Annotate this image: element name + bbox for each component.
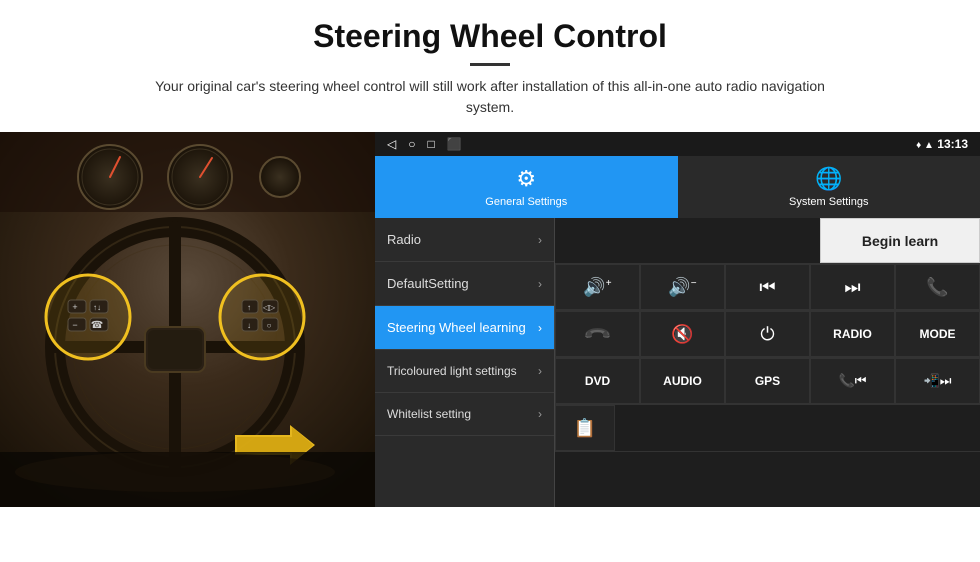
page-title: Steering Wheel Control bbox=[40, 18, 940, 55]
android-ui: ◁ ○ □ ⬛ ♦ ▲ 13:13 ⚙ General Settings 🌐 S… bbox=[375, 132, 980, 507]
status-time: ♦ ▲ 13:13 bbox=[916, 137, 968, 151]
wifi-icon: ♦ ▲ bbox=[916, 140, 934, 151]
menu-item-whitelist[interactable]: Whitelist setting › bbox=[375, 393, 554, 436]
left-menu: Radio › DefaultSetting › Steering Wheel … bbox=[375, 218, 555, 507]
content-area: Radio › DefaultSetting › Steering Wheel … bbox=[375, 218, 980, 507]
next-track-icon: ⏭ bbox=[844, 277, 860, 298]
begin-learn-button[interactable]: Begin learn bbox=[820, 218, 980, 263]
volume-up-btn[interactable]: 🔊+ bbox=[555, 264, 640, 310]
menu-arrow-default: › bbox=[538, 277, 542, 291]
call-next-icon: 📲⏭ bbox=[924, 373, 952, 389]
system-settings-icon: 🌐 bbox=[815, 166, 842, 192]
radio-btn[interactable]: RADIO bbox=[810, 311, 895, 357]
audio-btn[interactable]: AUDIO bbox=[640, 358, 725, 404]
ctrl-grid-row2: 📞 🔇 ⏻ RADIO MODE bbox=[555, 311, 980, 358]
volume-down-icon: 🔊− bbox=[668, 277, 696, 298]
recents-icon: □ bbox=[427, 137, 434, 151]
svg-text:+: + bbox=[72, 302, 77, 312]
menu-arrow-whitelist: › bbox=[538, 407, 542, 421]
mute-btn[interactable]: 🔇 bbox=[640, 311, 725, 357]
prev-track-icon: ⏮ bbox=[759, 277, 775, 298]
tab-general-settings[interactable]: ⚙ General Settings bbox=[375, 156, 678, 218]
power-icon: ⏻ bbox=[760, 324, 774, 345]
menu-item-tricoloured[interactable]: Tricoloured light settings › bbox=[375, 350, 554, 393]
tab-system-settings[interactable]: 🌐 System Settings bbox=[678, 156, 980, 218]
call-btn[interactable]: 📞 bbox=[895, 264, 980, 310]
last-row: 📋 bbox=[555, 405, 980, 452]
prev-track-btn[interactable]: ⏮ bbox=[725, 264, 810, 310]
hangup-btn[interactable]: 📞 bbox=[555, 311, 640, 357]
menu-item-steering[interactable]: Steering Wheel learning › bbox=[375, 306, 554, 350]
back-icon: ◁ bbox=[387, 137, 396, 151]
call-icon: 📞 bbox=[926, 277, 948, 298]
page-subtitle: Your original car's steering wheel contr… bbox=[140, 76, 840, 118]
title-divider bbox=[470, 63, 510, 66]
ctrl-grid-row1: 🔊+ 🔊− ⏮ ⏭ 📞 bbox=[555, 264, 980, 311]
svg-text:−: − bbox=[72, 320, 77, 330]
menu-item-radio[interactable]: Radio › bbox=[375, 218, 554, 262]
steering-wheel-illustration: + ↑↓ − ☎ ↑ ◁▷ ↓ ○ bbox=[0, 132, 375, 507]
volume-down-btn[interactable]: 🔊− bbox=[640, 264, 725, 310]
menu-arrow-steering: › bbox=[538, 321, 542, 335]
main-content: + ↑↓ − ☎ ↑ ◁▷ ↓ ○ bbox=[0, 132, 980, 507]
call-next-btn[interactable]: 📲⏭ bbox=[895, 358, 980, 404]
car-image-area: + ↑↓ − ☎ ↑ ◁▷ ↓ ○ bbox=[0, 132, 375, 507]
home-icon: ○ bbox=[408, 137, 415, 151]
general-settings-icon: ⚙ bbox=[516, 166, 536, 192]
tab-general-label: General Settings bbox=[485, 196, 567, 208]
dvd-btn[interactable]: DVD bbox=[555, 358, 640, 404]
menu-icon: ⬛ bbox=[447, 137, 462, 151]
svg-text:↑: ↑ bbox=[247, 303, 251, 312]
begin-learn-empty bbox=[555, 218, 820, 263]
ctrl-grid-row3: DVD AUDIO GPS 📞⏮ 📲⏭ bbox=[555, 358, 980, 405]
begin-learn-row: Begin learn bbox=[555, 218, 980, 264]
mode-btn[interactable]: MODE bbox=[895, 311, 980, 357]
svg-text:☎: ☎ bbox=[91, 320, 103, 331]
power-btn[interactable]: ⏻ bbox=[725, 311, 810, 357]
svg-text:↓: ↓ bbox=[247, 321, 251, 330]
call-prev-icon: 📞⏮ bbox=[839, 373, 867, 389]
svg-text:◁▷: ◁▷ bbox=[263, 303, 276, 312]
next-track-btn[interactable]: ⏭ bbox=[810, 264, 895, 310]
tab-bar: ⚙ General Settings 🌐 System Settings bbox=[375, 156, 980, 218]
menu-arrow-tricoloured: › bbox=[538, 364, 542, 378]
status-left: ◁ ○ □ ⬛ bbox=[387, 137, 462, 151]
mute-icon: 🔇 bbox=[671, 324, 693, 345]
right-panel: Begin learn 🔊+ 🔊− ⏮ ⏭ bbox=[555, 218, 980, 507]
gps-btn[interactable]: GPS bbox=[725, 358, 810, 404]
hangup-icon: 📞 bbox=[582, 319, 613, 350]
status-bar: ◁ ○ □ ⬛ ♦ ▲ 13:13 bbox=[375, 132, 980, 156]
call-prev-btn[interactable]: 📞⏮ bbox=[810, 358, 895, 404]
page-header: Steering Wheel Control Your original car… bbox=[0, 0, 980, 128]
menu-arrow-radio: › bbox=[538, 233, 542, 247]
playlist-icon: 📋 bbox=[574, 418, 596, 439]
playlist-btn[interactable]: 📋 bbox=[555, 405, 615, 451]
tab-system-label: System Settings bbox=[789, 196, 868, 208]
volume-up-icon: 🔊+ bbox=[583, 277, 611, 298]
svg-text:○: ○ bbox=[267, 321, 272, 330]
menu-item-default[interactable]: DefaultSetting › bbox=[375, 262, 554, 306]
svg-text:↑↓: ↑↓ bbox=[93, 303, 101, 312]
